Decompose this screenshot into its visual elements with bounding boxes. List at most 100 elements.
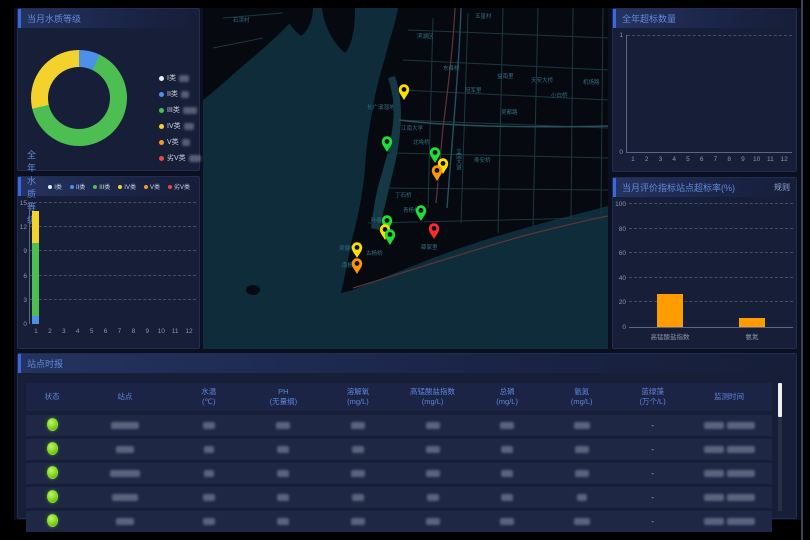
time-redacted: [727, 518, 755, 525]
map-label: 五星村: [475, 12, 492, 20]
table-cell: [321, 445, 396, 454]
y-tick-label: 9: [18, 248, 27, 255]
value-redacted: [203, 494, 215, 501]
rate-bar-氨氮[interactable]: [739, 318, 765, 327]
table-cell: [395, 493, 470, 502]
table-cell: [544, 517, 619, 526]
panel-monthly-rate: 当月评价指标站点超标率(%) 规则 020406080100 高锰酸盐指数氨氮: [612, 177, 797, 349]
legend-item[interactable]: IV类: [118, 181, 139, 193]
x-tick-label: 氨氮: [746, 331, 759, 341]
map-label: 立国大道: [455, 147, 462, 172]
table-cell: [686, 421, 772, 430]
column-unit: (mg/L): [395, 397, 470, 407]
y-tick-label: 15: [18, 200, 27, 207]
legend-label: 劣V类: [167, 153, 186, 163]
value-redacted: [501, 494, 513, 501]
legend-item[interactable]: V类: [159, 134, 201, 150]
panel-station-report-header: 站点时报: [18, 354, 796, 373]
table-cell: [321, 469, 396, 478]
pin-shadow: [354, 274, 360, 276]
legend-item[interactable]: III类: [159, 102, 201, 118]
legend-dot: [159, 124, 164, 129]
table-row[interactable]: -: [26, 487, 772, 508]
y-tick-label: 12: [18, 224, 27, 231]
table-cell: [686, 493, 772, 502]
bar-segment-III类[interactable]: [32, 243, 39, 316]
map-label: 薛家里: [421, 243, 438, 251]
gridline: [29, 226, 196, 227]
value-redacted: [352, 446, 364, 453]
column-name: 站点: [78, 392, 171, 402]
legend-item[interactable]: III类: [93, 181, 113, 193]
rules-link[interactable]: 规则: [774, 182, 790, 193]
legend-value-redacted: [183, 107, 197, 114]
gridline: [29, 299, 196, 300]
pin-hole: [435, 168, 440, 173]
value-redacted: [351, 470, 365, 477]
legend-item[interactable]: I类: [48, 181, 65, 193]
pin-hole: [385, 139, 390, 144]
legend-item[interactable]: I类: [159, 70, 201, 86]
y-tick-label: 60: [613, 250, 626, 257]
table-cell: [246, 469, 321, 478]
donut-chart[interactable]: [31, 50, 127, 146]
table-row[interactable]: -: [26, 511, 772, 532]
table-row[interactable]: -: [26, 415, 772, 436]
table-row[interactable]: -: [26, 439, 772, 460]
time-redacted: [727, 470, 755, 477]
column-name: PH: [246, 387, 321, 397]
bar-segment-II类[interactable]: [32, 316, 39, 324]
legend-item[interactable]: 劣V类: [159, 150, 201, 166]
column-unit: (mg/L): [321, 397, 396, 407]
legend-item[interactable]: V类: [144, 181, 163, 193]
pin-hole: [385, 218, 390, 223]
map[interactable]: 石渎村五星村滨湖区东绛桥益南里冠军里天安大桥机场路小白桥吴都路长广溪湿地江南大学…: [203, 8, 608, 349]
value-redacted: [204, 470, 214, 477]
legend-label: III类: [167, 105, 180, 115]
legend-item[interactable]: II类: [70, 181, 88, 193]
y-tick-label: 100: [613, 201, 626, 208]
x-tick-label: 7: [118, 328, 122, 335]
table-cell: [395, 517, 470, 526]
map-label: 石渎村: [233, 16, 250, 24]
table-scrollbar-thumb[interactable]: [778, 383, 782, 417]
table-cell: [246, 445, 321, 454]
column-name: 总磷: [470, 387, 545, 397]
legend-dot: [70, 185, 74, 189]
legend-dot: [118, 185, 122, 189]
legend-dot: [144, 185, 148, 189]
gridline: [29, 250, 196, 251]
table-cell: [26, 466, 78, 481]
gridline: [629, 252, 793, 253]
window-scrollbar[interactable]: [801, 0, 803, 540]
column-name: 溶解氧: [321, 387, 396, 397]
legend-item[interactable]: 劣V类: [168, 181, 193, 193]
table-cell: [246, 517, 321, 526]
panel-title: 当月评价指标站点超标率(%): [622, 181, 735, 194]
table-row[interactable]: -: [26, 463, 772, 484]
value-redacted: [501, 446, 513, 453]
status-indicator-normal: [47, 442, 58, 455]
legend-value-redacted: [179, 75, 189, 82]
x-tick-label: 8: [727, 156, 731, 163]
x-tick-label: 3: [62, 328, 66, 335]
pin-hole: [441, 161, 446, 166]
x-tick-label: 2: [48, 328, 52, 335]
legend-item[interactable]: II类: [159, 86, 201, 102]
annual-exceed-chart: 01 123456789101112: [613, 28, 796, 172]
x-tick-label: 1: [631, 156, 635, 163]
legend-item[interactable]: IV类: [159, 118, 201, 134]
pin-shadow: [432, 163, 438, 165]
bar-segment-IV类[interactable]: [32, 211, 39, 243]
status-indicator-normal: [47, 490, 58, 503]
time-redacted: [704, 494, 724, 501]
table-cell: [470, 445, 545, 454]
column-header-站点: 站点: [78, 392, 171, 402]
rate-bar-高锰酸盐指数[interactable]: [657, 294, 683, 327]
panel-monthly-rate-header: 当月评价指标站点超标率(%) 规则: [613, 178, 796, 197]
y-tick-label: 0: [613, 324, 626, 331]
station-name-redacted: [112, 494, 138, 501]
table-cell: [171, 493, 246, 502]
table-cell: [470, 517, 545, 526]
donut-legend: I类II类 III类 IV类V类劣V类: [159, 70, 201, 166]
